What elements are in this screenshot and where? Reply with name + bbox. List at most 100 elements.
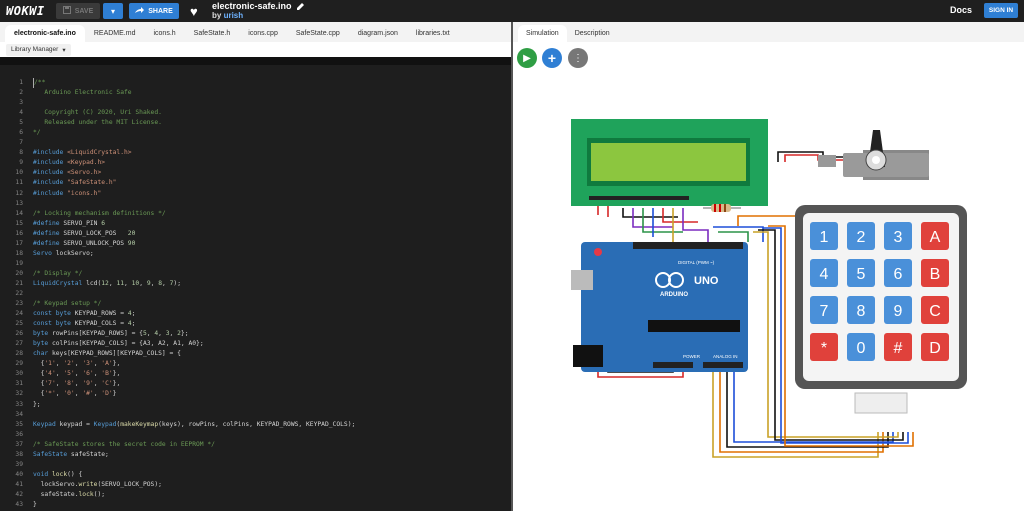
code-line[interactable]: 29 {'1', '2', '3', 'A'}, bbox=[0, 359, 511, 369]
code-line[interactable]: 38 SafeState safeState; bbox=[0, 450, 511, 460]
tab-safestate-cpp[interactable]: SafeState.cpp bbox=[287, 25, 349, 42]
simulation-canvas[interactable]: ARDUINO UNO DIGITAL (PWM ~) POWER ANALOG… bbox=[513, 42, 1024, 511]
code-line[interactable]: 8 #include <LiquidCrystal.h> bbox=[0, 148, 511, 158]
code-line[interactable]: 16 #define SERVO_LOCK_POS 20 bbox=[0, 229, 511, 239]
membrane-keypad[interactable]: 1 2 3 A 4 5 6 B 7 8 9 C * 0 # D bbox=[795, 205, 967, 414]
code-line[interactable]: 2 Arduino Electronic Safe bbox=[0, 88, 511, 98]
tab-description[interactable]: Description bbox=[567, 25, 618, 42]
code-line[interactable]: 10 #include <Servo.h> bbox=[0, 168, 511, 178]
line-number: 17 bbox=[15, 239, 23, 247]
code-line[interactable]: 7 bbox=[0, 138, 511, 148]
sign-in-button[interactable]: SIGN IN bbox=[984, 3, 1018, 18]
line-number: 28 bbox=[15, 350, 23, 358]
servo-motor[interactable] bbox=[818, 130, 929, 180]
code-text: {'1', '2', '3', 'A'}, bbox=[33, 360, 121, 368]
code-line[interactable]: 22 bbox=[0, 289, 511, 299]
code-line[interactable]: 9 #include <Keypad.h> bbox=[0, 158, 511, 168]
code-line[interactable]: 36 bbox=[0, 430, 511, 440]
keypad-key-label: 0 bbox=[857, 340, 866, 357]
line-number: 36 bbox=[15, 430, 23, 438]
line-number: 1 bbox=[19, 79, 23, 86]
code-line[interactable]: 4 Copyright (C) 2020, Uri Shaked. bbox=[0, 108, 511, 118]
code-line[interactable]: 35 Keypad keypad = Keypad(makeKeymap(keys… bbox=[0, 420, 511, 430]
code-line[interactable]: 5 Released under the MIT License. bbox=[0, 118, 511, 128]
code-line[interactable]: 21 LiquidCrystal lcd(12, 11, 10, 9, 8, 7)… bbox=[0, 279, 511, 289]
code-line[interactable]: 34 bbox=[0, 410, 511, 420]
code-line[interactable]: 39 bbox=[0, 460, 511, 470]
code-line[interactable]: 32 {'*', '0', '#', 'D'} bbox=[0, 389, 511, 399]
tab-libraries-txt[interactable]: libraries.txt bbox=[407, 25, 459, 42]
code-text: {'4', '5', '6', 'B'}, bbox=[33, 370, 121, 378]
arduino-uno[interactable]: ARDUINO UNO DIGITAL (PWM ~) POWER ANALOG… bbox=[571, 242, 748, 372]
author-link[interactable]: urish bbox=[224, 11, 244, 20]
line-number: 31 bbox=[15, 380, 23, 388]
line-number: 12 bbox=[15, 189, 23, 197]
library-manager-button[interactable]: Library Manager ▾ bbox=[6, 43, 71, 56]
code-line[interactable]: 1 /** bbox=[0, 78, 511, 89]
keypad-key-label: 1 bbox=[820, 229, 829, 246]
save-button[interactable]: SAVE bbox=[56, 3, 100, 19]
save-dropdown-button[interactable]: ▾ bbox=[103, 3, 123, 19]
add-part-button[interactable]: + bbox=[542, 48, 562, 68]
start-simulation-button[interactable]: ▶ bbox=[517, 48, 537, 68]
code-line[interactable]: 18 Servo lockServo; bbox=[0, 249, 511, 259]
code-line[interactable]: 41 lockServo.write(SERVO_LOCK_POS); bbox=[0, 480, 511, 490]
tab-icons-cpp[interactable]: icons.cpp bbox=[239, 25, 287, 42]
code-line[interactable]: 19 bbox=[0, 259, 511, 269]
code-line[interactable]: 40 void lock() { bbox=[0, 470, 511, 480]
code-line[interactable]: 3 bbox=[0, 98, 511, 108]
heart-icon[interactable]: ♥ bbox=[190, 5, 204, 18]
wokwi-logo[interactable]: WOKWI bbox=[6, 4, 54, 18]
code-line[interactable]: 15 #define SERVO_PIN 6 bbox=[0, 219, 511, 229]
keypad-key-label: 3 bbox=[894, 229, 903, 246]
docs-link[interactable]: Docs bbox=[950, 5, 972, 15]
code-line[interactable]: 42 safeState.lock(); bbox=[0, 490, 511, 500]
code-text: #include "icons.h" bbox=[33, 189, 102, 197]
tab-simulation[interactable]: Simulation bbox=[518, 25, 567, 42]
pencil-icon[interactable] bbox=[296, 2, 305, 12]
line-number: 26 bbox=[15, 330, 23, 338]
tab-icons-h[interactable]: icons.h bbox=[144, 25, 184, 42]
line-number: 29 bbox=[15, 360, 23, 368]
code-line[interactable]: 30 {'4', '5', '6', 'B'}, bbox=[0, 369, 511, 379]
code-line[interactable]: 33}; bbox=[0, 400, 511, 410]
tab-diagram-json[interactable]: diagram.json bbox=[349, 25, 407, 42]
line-number: 18 bbox=[15, 249, 23, 257]
more-vertical-icon: ⋮ bbox=[573, 52, 583, 64]
code-line[interactable]: 37 /* SafeState stores the secret code in… bbox=[0, 440, 511, 450]
share-button[interactable]: SHARE bbox=[129, 3, 179, 19]
tab-safestate-h[interactable]: SafeState.h bbox=[185, 25, 240, 42]
code-line[interactable]: 43} bbox=[0, 500, 511, 510]
lcd-display[interactable] bbox=[571, 119, 768, 206]
arduino-analog-label: ANALOG IN bbox=[713, 354, 738, 359]
more-options-button[interactable]: ⋮ bbox=[568, 48, 588, 68]
code-line[interactable]: 26 byte rowPins[KEYPAD_ROWS] = {5, 4, 3, … bbox=[0, 329, 511, 339]
code-text: LiquidCrystal lcd(12, 11, 10, 9, 8, 7); bbox=[33, 279, 181, 287]
code-lines[interactable]: 1/** 2 Arduino Electronic Safe 3 4 Copyrigh… bbox=[0, 78, 511, 510]
code-line[interactable]: 25 const byte KEYPAD_COLS = 4; bbox=[0, 319, 511, 329]
tab-electronic-safe-ino[interactable]: electronic-safe.ino bbox=[5, 25, 85, 42]
simulation-tabs: Simulation Description bbox=[513, 22, 1024, 42]
line-number: 6 bbox=[19, 129, 23, 137]
code-text: /* Display */ bbox=[33, 269, 83, 277]
line-number: 16 bbox=[15, 229, 23, 237]
code-line[interactable]: 23 /* Keypad setup */ bbox=[0, 299, 511, 309]
code-line[interactable]: 6 */ bbox=[0, 128, 511, 138]
code-line[interactable]: 12 #include "icons.h" bbox=[0, 189, 511, 199]
code-line[interactable]: 27 byte colPins[KEYPAD_COLS] = {A3, A2, A… bbox=[0, 339, 511, 349]
code-text: safeState.lock(); bbox=[33, 490, 106, 498]
tab-readme-md[interactable]: README.md bbox=[85, 25, 145, 42]
code-line[interactable]: 31 {'7', '8', '9', 'C'}, bbox=[0, 379, 511, 389]
keypad-key-label: 6 bbox=[894, 266, 903, 283]
line-number: 25 bbox=[15, 320, 23, 328]
code-line[interactable]: 24 const byte KEYPAD_ROWS = 4; bbox=[0, 309, 511, 319]
code-text: /* Keypad setup */ bbox=[33, 300, 102, 308]
code-line[interactable]: 11 #include "SafeState.h" bbox=[0, 178, 511, 188]
code-line[interactable]: 14 /* Locking mechanism definitions */ bbox=[0, 209, 511, 219]
code-editor[interactable]: 1/** 2 Arduino Electronic Safe 3 4 Copyrigh… bbox=[0, 57, 511, 511]
code-line[interactable]: 17 #define SERVO_UNLOCK_POS 90 bbox=[0, 239, 511, 249]
line-number: 33 bbox=[15, 400, 23, 408]
code-line[interactable]: 28 char keys[KEYPAD_ROWS][KEYPAD_COLS] = … bbox=[0, 349, 511, 359]
code-line[interactable]: 13 bbox=[0, 199, 511, 209]
code-line[interactable]: 20 /* Display */ bbox=[0, 269, 511, 279]
